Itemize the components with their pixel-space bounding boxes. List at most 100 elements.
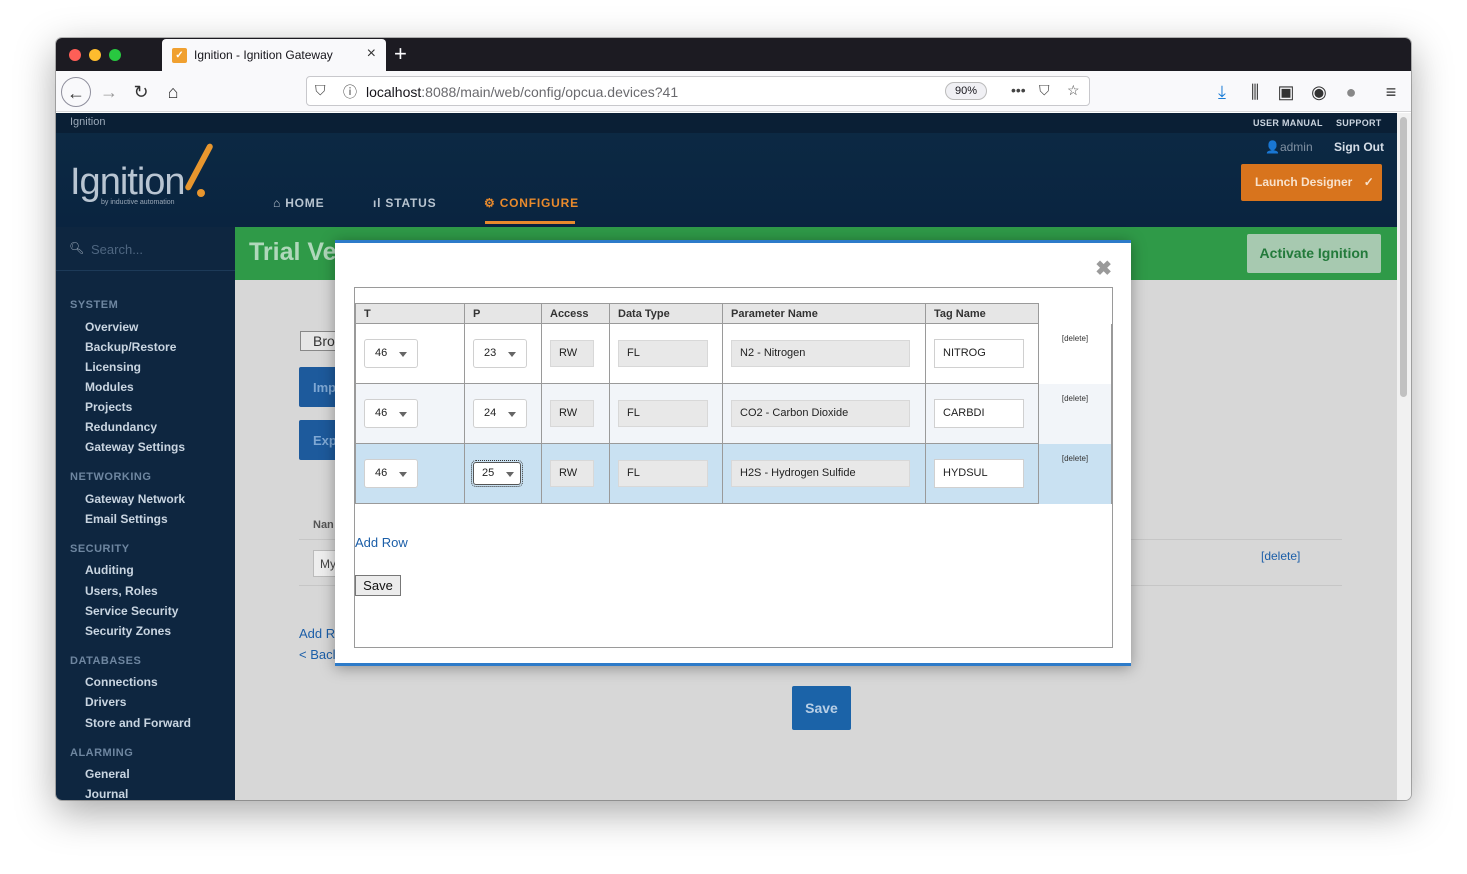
sidebar-item-backup-restore[interactable]: Backup/Restore xyxy=(85,340,176,354)
sidebar-item-users-roles[interactable]: Users, Roles xyxy=(85,584,158,598)
sidebar-item-general[interactable]: General xyxy=(85,767,130,781)
table-row: 46 23 RW FL N2 - Nitrogen NITROG [delete… xyxy=(355,323,1112,384)
column-header-tag-name: Tag Name xyxy=(925,303,1039,324)
nav-home[interactable]: ⌂ HOME xyxy=(273,196,324,210)
search-input[interactable]: Search... xyxy=(91,242,143,257)
parameters-panel: T P Access Data Type Parameter Name Tag … xyxy=(354,287,1113,648)
delete-link[interactable]: [delete] xyxy=(1062,454,1088,463)
new-tab-icon[interactable]: + xyxy=(394,41,407,67)
extension-icon[interactable]: ● xyxy=(1336,77,1366,107)
section-databases: DATABASES xyxy=(70,655,142,667)
trial-title: Trial Ve xyxy=(249,238,337,266)
browser-window: ✓ Ignition - Ignition Gateway × + ← → ↻ … xyxy=(56,38,1411,800)
zoom-level-badge[interactable]: 90% xyxy=(945,82,987,100)
ignition-logo[interactable]: Ignition xyxy=(70,161,186,204)
admin-user[interactable]: 👤admin xyxy=(1265,140,1313,154)
sidebar-item-modules[interactable]: Modules xyxy=(85,380,134,394)
sidebar-item-connections[interactable]: Connections xyxy=(85,675,158,689)
t-select[interactable]: 46 xyxy=(364,459,418,488)
nav-configure[interactable]: ⚙ CONFIGURE xyxy=(484,196,579,210)
logo-dot-icon xyxy=(197,189,205,197)
sidebar-item-auditing[interactable]: Auditing xyxy=(85,563,134,577)
p-select[interactable]: 24 xyxy=(473,399,527,428)
wrench-icon: ✓ xyxy=(1363,175,1374,189)
access-field: RW xyxy=(550,400,594,427)
menu-icon[interactable]: ≡ xyxy=(1376,77,1406,107)
name-column-header: Nan xyxy=(313,519,334,531)
sidebar-item-gateway-network[interactable]: Gateway Network xyxy=(85,492,185,506)
more-actions-icon[interactable]: ••• xyxy=(1011,82,1026,98)
data-type-field: FL xyxy=(618,460,708,487)
export-button[interactable]: Exp xyxy=(299,420,339,460)
section-networking: NETWORKING xyxy=(70,471,152,483)
launch-designer-button[interactable]: Launch Designer ✓ xyxy=(1241,164,1382,201)
shield-icon[interactable]: ⛉ xyxy=(315,82,326,99)
library-icon[interactable]: ⫼ xyxy=(1240,77,1270,107)
sidebar-item-projects[interactable]: Projects xyxy=(85,400,132,414)
close-window-button[interactable] xyxy=(69,49,81,61)
sidebar-toggle-icon[interactable]: ▣ xyxy=(1271,77,1301,107)
p-select[interactable]: 25 xyxy=(471,460,523,487)
sidebar-item-email-settings[interactable]: Email Settings xyxy=(85,512,168,526)
section-system: SYSTEM xyxy=(70,299,119,311)
p-select[interactable]: 23 xyxy=(473,339,527,368)
back-arrow-icon[interactable]: ← xyxy=(61,77,91,107)
navigation-bar: ← → ↻ ⌂ ⛉ ⓘ localhost:8088/main/web/conf… xyxy=(56,71,1411,112)
browser-tab[interactable]: ✓ Ignition - Ignition Gateway × xyxy=(162,39,386,71)
tab-close-icon[interactable]: × xyxy=(367,45,376,63)
nav-status[interactable]: ıl STATUS xyxy=(373,196,436,210)
account-icon[interactable]: ◉ xyxy=(1304,77,1334,107)
delete-link[interactable]: [delete] xyxy=(1062,334,1088,343)
activate-ignition-button[interactable]: Activate Ignition xyxy=(1247,234,1381,273)
bookmark-star-icon[interactable]: ☆ xyxy=(1067,82,1080,99)
url-text[interactable]: localhost:8088/main/web/config/opcua.dev… xyxy=(366,84,678,100)
sidebar-item-overview[interactable]: Overview xyxy=(85,320,138,334)
data-type-field: FL xyxy=(618,340,708,367)
sidebar-item-security-zones[interactable]: Security Zones xyxy=(85,624,171,638)
sidebar-item-journal[interactable]: Journal xyxy=(85,787,128,800)
tag-name-input[interactable]: NITROG xyxy=(934,339,1024,368)
column-header-t: T xyxy=(355,303,465,324)
add-row-link[interactable]: Add R xyxy=(299,626,335,641)
sidebar-item-gateway-settings[interactable]: Gateway Settings xyxy=(85,440,185,454)
scroll-thumb[interactable] xyxy=(1400,117,1407,397)
sidebar-search[interactable]: 🔍︎ Search... xyxy=(56,227,235,271)
sidebar-item-service-security[interactable]: Service Security xyxy=(85,604,178,618)
header-top-strip: Ignition USER MANUAL SUPPORT xyxy=(56,113,1397,133)
pocket-icon[interactable]: ⛉ xyxy=(1039,82,1050,99)
user-manual-link[interactable]: USER MANUAL xyxy=(1253,118,1323,128)
back-link[interactable]: < Bacl xyxy=(299,647,336,662)
maximize-window-button[interactable] xyxy=(109,49,121,61)
column-header-parameter-name: Parameter Name xyxy=(722,303,926,324)
sidebar-item-redundancy[interactable]: Redundancy xyxy=(85,420,157,434)
delete-link[interactable]: [delete] xyxy=(1062,394,1088,403)
info-icon[interactable]: ⓘ xyxy=(343,82,357,102)
sidebar-item-licensing[interactable]: Licensing xyxy=(85,360,141,374)
t-select[interactable]: 46 xyxy=(364,399,418,428)
support-link[interactable]: SUPPORT xyxy=(1336,118,1382,128)
modal-save-button[interactable]: Save xyxy=(355,575,401,596)
delete-column xyxy=(1038,303,1112,324)
sidebar-item-drivers[interactable]: Drivers xyxy=(85,695,126,709)
sidebar-item-store-and-forward[interactable]: Store and Forward xyxy=(85,716,191,730)
add-row-link[interactable]: Add Row xyxy=(355,535,408,550)
tab-bar: ✓ Ignition - Ignition Gateway × + xyxy=(56,38,1411,71)
downloads-icon[interactable]: ⤓ xyxy=(1207,77,1237,107)
import-button[interactable]: Imp xyxy=(299,367,339,407)
tag-name-input[interactable]: CARBDI xyxy=(934,399,1024,428)
minimize-window-button[interactable] xyxy=(89,49,101,61)
save-button[interactable]: Save xyxy=(792,686,851,730)
page-scrollbar[interactable] xyxy=(1397,113,1411,800)
browse-button[interactable]: Bro xyxy=(300,331,340,351)
sign-out-link[interactable]: Sign Out xyxy=(1334,140,1384,154)
tag-name-input[interactable]: HYDSUL xyxy=(934,459,1024,488)
delete-link[interactable]: [delete] xyxy=(1261,549,1300,563)
home-icon[interactable]: ⌂ xyxy=(158,77,188,107)
url-bar[interactable]: ⛉ ⓘ localhost:8088/main/web/config/opcua… xyxy=(306,76,1090,106)
section-alarming: ALARMING xyxy=(70,747,134,759)
close-icon[interactable]: ✖ xyxy=(1095,256,1112,281)
reload-icon[interactable]: ↻ xyxy=(126,77,156,107)
t-select[interactable]: 46 xyxy=(364,339,418,368)
parameters-table: T P Access Data Type Parameter Name Tag … xyxy=(355,303,1112,504)
forward-arrow-icon[interactable]: → xyxy=(94,77,124,107)
